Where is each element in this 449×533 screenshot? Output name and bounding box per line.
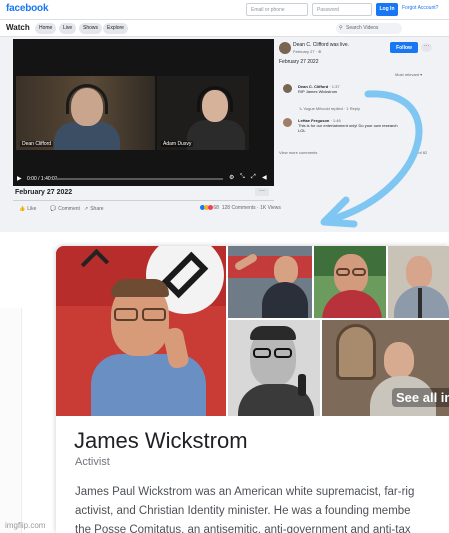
share-label: Share: [90, 206, 104, 212]
settings-icon[interactable]: ⚙: [229, 174, 234, 181]
share-button[interactable]: ↗ Share: [84, 206, 104, 212]
description-line: James Paul Wickstrom was an American whi…: [75, 486, 415, 498]
watch-title: Watch: [6, 23, 30, 32]
fullscreen-shrink-icon[interactable]: ⤡: [240, 174, 245, 181]
description-line: activist, and Christian Identity ministe…: [75, 505, 411, 517]
video-player[interactable]: Dean Clifford Adam Dusvy ▶ 0:00 / 1:40:0…: [13, 39, 274, 186]
participant-label: Dean Clifford: [20, 141, 54, 147]
forgot-account-link[interactable]: Forgot Account?: [402, 5, 438, 11]
follow-label: Follow: [396, 45, 412, 51]
share-icon: ↗: [84, 206, 89, 212]
like-button[interactable]: 👍 Like: [19, 206, 36, 212]
post-date: February 27 2022: [15, 189, 73, 196]
photo-thumbnail[interactable]: [228, 246, 312, 318]
follow-button[interactable]: Follow: [390, 42, 418, 53]
post-text: February 27 2022: [279, 59, 319, 65]
page-edge: [0, 308, 22, 533]
entity-description: James Paul Wickstrom was an American whi…: [75, 483, 449, 533]
tab-explore[interactable]: Explore: [103, 23, 128, 34]
login-button[interactable]: Log In: [376, 3, 398, 16]
author-avatar[interactable]: [279, 42, 291, 54]
photo-thumbnail[interactable]: [388, 246, 449, 318]
author-date: February 27 · ⊕: [293, 49, 322, 54]
reactions-count: 68: [213, 205, 219, 211]
email-field[interactable]: Email or phone: [246, 3, 308, 16]
commenter-avatar[interactable]: [283, 118, 292, 127]
volume-icon[interactable]: ◀: [262, 174, 267, 181]
comment-button[interactable]: 💬 Comment: [50, 206, 80, 212]
expand-icon[interactable]: ⤢: [251, 174, 256, 181]
photo-thumbnail[interactable]: [228, 320, 320, 416]
entity-type: Activist: [75, 456, 110, 468]
video-progress-bar[interactable]: [55, 178, 223, 180]
tab-live[interactable]: Live: [59, 23, 77, 34]
entity-name: James Wickstrom: [74, 428, 248, 453]
search-icon: ⚲: [339, 25, 343, 31]
comments-count[interactable]: 128 Comments: [222, 205, 256, 211]
views-count: 1K Views: [260, 205, 281, 211]
see-all-images-link[interactable]: See all im: [392, 388, 449, 407]
description-line: the Posse Comitatus, an antisemitic, ant…: [75, 524, 411, 533]
watch-nav-bar: Watch Home Live Shows Explore ⚲ Search V…: [0, 20, 449, 37]
more-options-button[interactable]: ···: [255, 188, 269, 196]
video-time: 0:00 / 1:40:01: [27, 176, 58, 182]
commenter-avatar[interactable]: [283, 84, 292, 93]
author-name[interactable]: Dean C. Clifford was live.: [293, 42, 349, 48]
like-label: Like: [27, 206, 37, 212]
video-tile-right: Adam Dusvy: [157, 76, 249, 150]
tab-home[interactable]: Home: [35, 23, 57, 34]
annotation-arrow: [320, 90, 423, 228]
more-options-button[interactable]: ···: [421, 43, 432, 52]
comment-icon: 💬: [50, 206, 57, 212]
search-placeholder: Search Videos: [346, 25, 379, 31]
participant-label: Adam Dusvy: [161, 141, 194, 147]
like-icon: 👍: [19, 206, 26, 212]
comment-label: Comment: [58, 206, 80, 212]
main-photo[interactable]: [56, 246, 226, 416]
photo-thumbnail[interactable]: [314, 246, 386, 318]
tab-shows[interactable]: Shows: [79, 23, 103, 34]
search-input[interactable]: ⚲ Search Videos: [336, 23, 402, 34]
watermark: imgflip.com: [5, 521, 46, 530]
play-icon[interactable]: ▶: [17, 175, 22, 182]
video-tile-left: Dean Clifford: [16, 76, 155, 150]
knowledge-panel: See all im James Wickstrom Activist Jame…: [56, 246, 449, 533]
divider: [13, 200, 274, 201]
password-field[interactable]: Password: [312, 3, 372, 16]
facebook-header: facebook Email or phone Password Log In …: [0, 0, 449, 20]
sort-dropdown[interactable]: Most relevant ▾: [395, 72, 422, 77]
reactions-summary[interactable]: 68 128 Comments · 1K Views: [200, 205, 281, 211]
video-controls: ▶ 0:00 / 1:40:01 ⚙ ⤡ ⤢ ◀: [13, 172, 274, 186]
facebook-logo[interactable]: facebook: [6, 3, 49, 14]
